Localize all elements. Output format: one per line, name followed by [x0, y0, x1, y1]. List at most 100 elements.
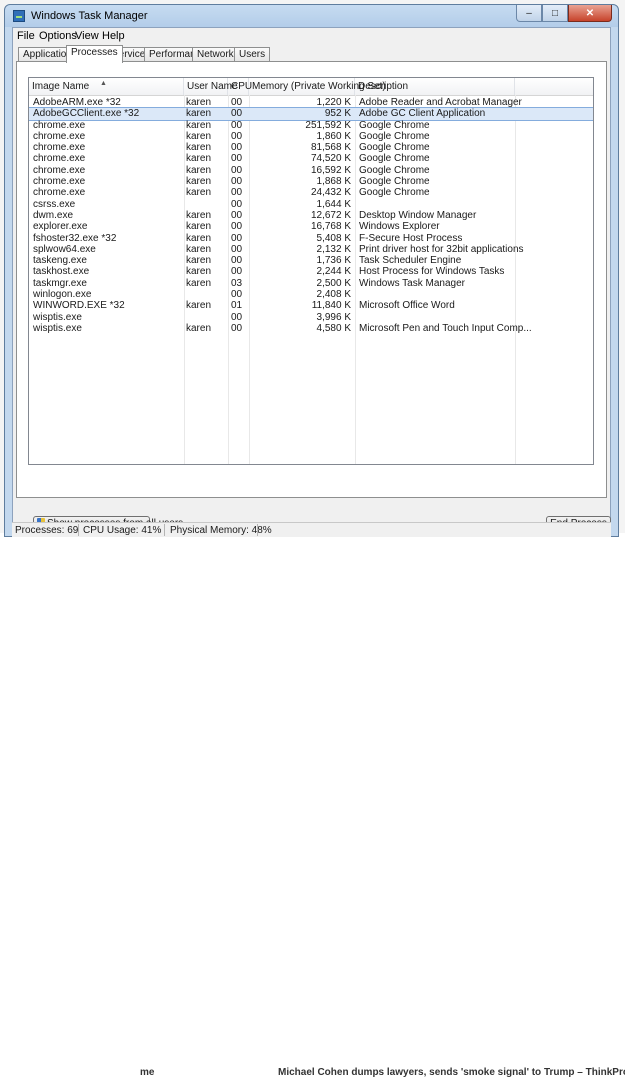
process-name: WINWORD.EXE *32	[33, 300, 125, 312]
menu-bar: File Options View Help	[13, 28, 610, 45]
process-row[interactable]: AdobeGCClient.exe *32 karen 00 952 K Adobe G…	[29, 107, 593, 121]
process-row[interactable]: taskhost.exe karen 00 2,244 K Host Process f…	[29, 266, 593, 277]
process-memory: 1,220 K	[316, 97, 351, 108]
process-row[interactable]: WINWORD.EXE *32 karen 01 11,840 K Microsoft …	[29, 300, 593, 311]
process-memory: 1,644 K	[316, 198, 351, 210]
process-row[interactable]: chrome.exe karen 00 16,592 K Google Chrome	[29, 165, 593, 176]
menu-view[interactable]: View	[75, 30, 99, 42]
process-memory: 16,592 K	[310, 164, 351, 176]
process-user: karen	[186, 221, 212, 233]
process-user: karen	[186, 322, 212, 334]
client-area: File Options View Help Applications Proc…	[12, 27, 611, 531]
process-row[interactable]: chrome.exe karen 00 24,432 K Google Chrome	[29, 187, 593, 198]
process-cpu: 00	[231, 289, 243, 301]
process-description: Adobe Reader and Acrobat Manager	[359, 97, 522, 108]
process-user: karen	[186, 164, 212, 176]
process-cpu: 01	[231, 300, 243, 312]
process-row[interactable]: AdobeARM.exe *32 karen 00 1,220 K Adobe Read…	[29, 97, 593, 108]
menu-options[interactable]: Options	[39, 30, 77, 42]
process-user: karen	[186, 232, 212, 244]
process-row[interactable]: fshoster32.exe *32 karen 00 5,408 K F-Secure…	[29, 233, 593, 244]
process-description: Adobe GC Client Application	[359, 108, 486, 120]
process-user: karen	[186, 300, 212, 312]
process-user: karen	[186, 130, 212, 142]
close-button[interactable]: ✕	[568, 5, 612, 22]
process-description: Desktop Window Manager	[359, 209, 477, 221]
process-row[interactable]: winlogon.exe 00 2,408 K	[29, 289, 593, 300]
process-cpu: 00	[231, 164, 243, 176]
tab-processes[interactable]: Processes	[66, 45, 123, 63]
process-cpu: 00	[231, 322, 243, 334]
column-header-user-name[interactable]: User Name	[184, 78, 238, 95]
column-header-description[interactable]: Description	[355, 78, 515, 95]
process-memory: 251,592 K	[305, 119, 351, 131]
process-memory: 2,132 K	[316, 243, 351, 255]
menu-help[interactable]: Help	[102, 30, 125, 42]
process-cpu: 00	[231, 198, 243, 210]
process-row[interactable]: taskmgr.exe karen 03 2,500 K Windows Task Ma…	[29, 278, 593, 289]
process-description: Windows Task Manager	[359, 277, 465, 289]
process-cpu: 00	[231, 142, 243, 154]
process-row[interactable]: splwow64.exe karen 00 2,132 K Print driver h…	[29, 244, 593, 255]
process-name: wisptis.exe	[33, 311, 82, 323]
process-user: karen	[186, 277, 212, 289]
process-cpu: 00	[231, 108, 243, 120]
tab-users[interactable]: Users	[234, 47, 271, 62]
status-process-count: Processes: 69	[15, 525, 79, 536]
process-name: csrss.exe	[33, 198, 76, 210]
title-bar[interactable]: Windows Task Manager – □ ✕	[5, 5, 618, 27]
process-memory: 2,500 K	[316, 277, 351, 289]
process-description: Google Chrome	[359, 187, 430, 199]
process-user: karen	[186, 142, 212, 154]
process-memory: 3,996 K	[316, 311, 351, 323]
status-cpu-usage: CPU Usage: 41%	[83, 525, 162, 536]
process-description: Microsoft Office Word	[359, 300, 455, 312]
process-row[interactable]: csrss.exe 00 1,644 K	[29, 199, 593, 210]
process-cpu: 00	[231, 255, 243, 267]
process-row[interactable]: taskeng.exe karen 00 1,736 K Task Scheduler …	[29, 255, 593, 266]
process-memory: 2,244 K	[316, 266, 351, 278]
process-name: chrome.exe	[33, 119, 86, 131]
background-headline-left: me	[140, 1067, 155, 1078]
process-cpu: 00	[231, 119, 243, 131]
process-description: Windows Explorer	[359, 221, 440, 233]
column-header-image-name[interactable]: ▲ Image Name	[29, 78, 184, 95]
process-user: karen	[186, 119, 212, 131]
process-row[interactable]: explorer.exe karen 00 16,768 K Windows Explo…	[29, 221, 593, 232]
processes-panel: ▲ Image Name User Name CPU Memory (Priva…	[16, 61, 607, 498]
minimize-button[interactable]: –	[516, 5, 542, 22]
process-description: Google Chrome	[359, 153, 430, 165]
column-header-row: ▲ Image Name User Name CPU Memory (Priva…	[29, 78, 593, 96]
process-memory: 74,520 K	[310, 153, 351, 165]
process-description: Google Chrome	[359, 176, 430, 188]
process-description: Google Chrome	[359, 142, 430, 154]
process-row[interactable]: chrome.exe karen 00 1,860 K Google Chrome	[29, 131, 593, 142]
process-row[interactable]: chrome.exe karen 00 81,568 K Google Chrome	[29, 142, 593, 153]
process-row[interactable]: chrome.exe karen 00 74,520 K Google Chrome	[29, 153, 593, 164]
process-memory: 12,672 K	[310, 209, 351, 221]
column-header-memory[interactable]: Memory (Private Working Set)	[249, 78, 386, 95]
process-cpu: 00	[231, 311, 243, 323]
process-description: Task Scheduler Engine	[359, 255, 462, 267]
process-cpu: 00	[231, 243, 243, 255]
process-name: chrome.exe	[33, 130, 86, 142]
process-list[interactable]: ▲ Image Name User Name CPU Memory (Priva…	[28, 77, 594, 465]
process-description: Google Chrome	[359, 164, 430, 176]
process-name: AdobeARM.exe *32	[33, 97, 121, 108]
process-name: chrome.exe	[33, 176, 86, 188]
process-name: taskhost.exe	[33, 266, 90, 278]
menu-file[interactable]: File	[17, 30, 35, 42]
background-headline-right: Michael Cohen dumps lawyers, sends 'smok…	[278, 1067, 625, 1078]
process-row[interactable]: chrome.exe karen 00 251,592 K Google Chrome	[29, 120, 593, 131]
process-row[interactable]: wisptis.exe 00 3,996 K	[29, 312, 593, 323]
maximize-button[interactable]: □	[542, 5, 568, 22]
process-row[interactable]: dwm.exe karen 00 12,672 K Desktop Window Man…	[29, 210, 593, 221]
process-row[interactable]: wisptis.exe karen 00 4,580 K Microsoft Pen a…	[29, 323, 593, 334]
column-header-cpu[interactable]: CPU	[228, 78, 252, 95]
process-memory: 24,432 K	[310, 187, 351, 199]
status-divider	[78, 524, 79, 536]
process-memory: 2,408 K	[316, 289, 351, 301]
process-user: karen	[186, 266, 212, 278]
process-row[interactable]: chrome.exe karen 00 1,868 K Google Chrome	[29, 176, 593, 187]
process-name: AdobeGCClient.exe *32	[33, 108, 140, 120]
